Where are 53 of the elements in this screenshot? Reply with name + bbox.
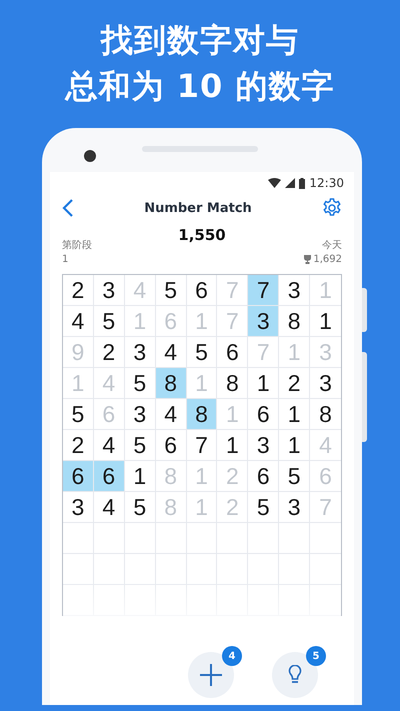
stage-label: 第阶段 [62,239,92,252]
number-cell[interactable]: 3 [279,275,310,306]
score-value: 1,550 [177,226,227,244]
count-badge: 5 [306,646,326,666]
number-cell[interactable]: 3 [124,337,156,368]
number-cell[interactable]: 7 [186,430,218,461]
number-cell[interactable]: 6 [248,399,280,430]
number-cell[interactable]: 8 [217,368,248,399]
number-cell[interactable]: 5 [186,337,218,368]
number-cell[interactable]: 4 [63,306,94,337]
number-cell[interactable]: 3 [248,430,280,461]
number-cell[interactable]: 3 [248,306,280,337]
stage-value: 1 [62,254,70,265]
number-cell[interactable]: 3 [94,275,125,306]
number-cell[interactable]: 8 [310,399,341,430]
app-title: Number Match [144,200,252,216]
number-cell[interactable]: 6 [94,461,125,492]
status-time: 12:30 [309,176,344,190]
best-score: 1,692 [313,254,342,265]
number-cell[interactable]: 5 [124,430,156,461]
number-cell[interactable]: 7 [248,275,280,306]
number-cell[interactable]: 5 [279,461,310,492]
number-cell[interactable]: 6 [186,275,218,306]
number-cell[interactable]: 3 [63,492,94,523]
number-cell[interactable]: 3 [310,368,341,399]
number-cell[interactable]: 5 [94,306,125,337]
number-cell[interactable]: 6 [156,430,187,461]
number-cell[interactable]: 5 [63,399,94,430]
number-cell[interactable]: 2 [63,275,94,306]
number-cell[interactable]: 8 [279,306,310,337]
number-cell[interactable]: 6 [248,461,280,492]
headline: 找到数字对与 [101,20,299,60]
number-cell[interactable]: 1 [124,461,156,492]
headline: 总和为 10 的数字 [66,66,334,106]
number-cell[interactable]: 1 [248,368,280,399]
number-cell[interactable]: 1 [217,430,248,461]
number-cell[interactable]: 1 [279,430,310,461]
number-cell[interactable]: 5 [124,492,156,523]
number-cell[interactable]: 8 [156,368,187,399]
number-cell[interactable]: 3 [279,492,310,523]
number-cell[interactable]: 1 [279,399,310,430]
number-cell[interactable]: 6 [63,461,94,492]
number-cell[interactable]: 6 [217,337,248,368]
best-label: 今天 [322,239,342,252]
count-badge: 4 [222,646,242,666]
number-cell[interactable]: 2 [94,337,125,368]
number-cell[interactable]: 5 [248,492,280,523]
number-cell[interactable]: 2 [279,368,310,399]
number-cell[interactable]: 3 [124,399,156,430]
number-cell[interactable]: 4 [94,492,125,523]
number-cell[interactable]: 1 [310,306,341,337]
number-cell[interactable]: 5 [156,275,187,306]
number-cell[interactable]: 8 [186,399,218,430]
